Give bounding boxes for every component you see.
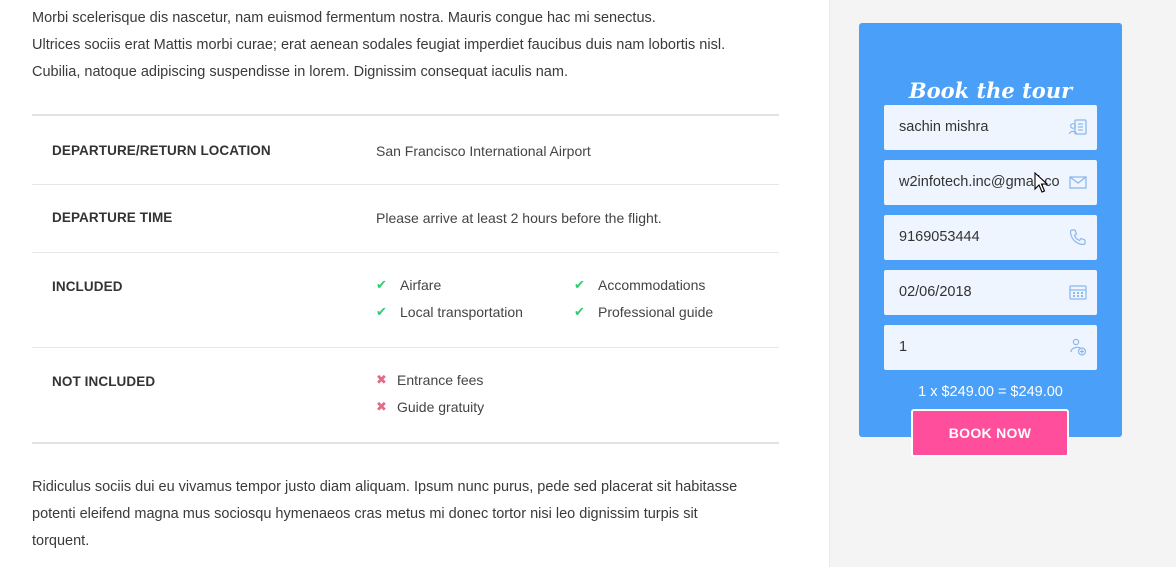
checkmark-icon: ✔: [574, 277, 585, 292]
included-item-label: Airfare: [400, 277, 442, 293]
tour-details-table: DEPARTURE/RETURN LOCATION San Francisco …: [32, 114, 779, 444]
row-value: Please arrive at least 2 hours before th…: [376, 210, 662, 226]
checkmark-icon: ✔: [376, 277, 387, 292]
person-add-icon: [1070, 338, 1087, 356]
tour-details-main: Morbi scelerisque dis nascetur, nam euis…: [0, 0, 829, 567]
included-item: ✔ Airfare: [376, 277, 441, 293]
included-item: ✔ Professional guide: [574, 304, 713, 320]
cross-icon: ✖: [376, 399, 387, 414]
row-label: DEPARTURE TIME: [52, 210, 173, 225]
outro-line: Ridiculus sociis dui eu vivamus tempor j…: [32, 479, 738, 495]
not-included-item: ✖ Guide gratuity: [376, 399, 484, 415]
table-row-not-included: NOT INCLUDED ✖ Entrance fees ✖ Guide gra…: [32, 348, 779, 442]
cross-icon: ✖: [376, 372, 387, 387]
row-label: INCLUDED: [52, 279, 123, 294]
included-item: ✔ Local transportation: [376, 304, 523, 320]
intro-paragraph: Morbi scelerisque dis nascetur, nam euis…: [32, 5, 792, 86]
table-row-departure-time: DEPARTURE TIME Please arrive at least 2 …: [32, 185, 779, 253]
name-field[interactable]: sachin mishra: [884, 105, 1097, 150]
guests-field[interactable]: 1: [884, 325, 1097, 370]
checkmark-icon: ✔: [376, 304, 387, 319]
price-summary: 1 x $249.00 = $249.00: [918, 384, 1063, 400]
outro-paragraph: Ridiculus sociis dui eu vivamus tempor j…: [32, 474, 792, 555]
intro-line: Ultrices sociis erat Mattis morbi curae;…: [32, 37, 726, 53]
outro-line: torquent.: [32, 533, 90, 549]
table-row-included: INCLUDED ✔ Airfare ✔ Accommodations ✔ Lo…: [32, 253, 779, 348]
intro-line: Morbi scelerisque dis nascetur, nam euis…: [32, 10, 656, 26]
row-label: NOT INCLUDED: [52, 374, 156, 389]
guests-field-value: 1: [899, 339, 908, 355]
phone-icon: [1069, 229, 1086, 246]
booking-form: Book the tour sachin mishra w2infotech.i…: [859, 23, 1122, 437]
book-now-button[interactable]: BOOK NOW: [911, 409, 1069, 457]
phone-field[interactable]: 9169053444: [884, 215, 1097, 260]
name-field-value: sachin mishra: [899, 119, 989, 135]
not-included-item: ✖ Entrance fees: [376, 372, 483, 388]
outro-line: potenti eleifend magna mus sociosqu hyme…: [32, 506, 698, 522]
intro-line: Cubilia, natoque adipiscing suspendisse …: [32, 64, 568, 80]
checkmark-icon: ✔: [574, 304, 585, 319]
date-field-value: 02/06/2018: [899, 284, 972, 300]
date-field[interactable]: 02/06/2018: [884, 270, 1097, 315]
included-item: ✔ Accommodations: [574, 277, 705, 293]
included-item-label: Accommodations: [598, 277, 706, 293]
not-included-item-label: Guide gratuity: [397, 399, 485, 415]
mouse-cursor-icon: [1034, 172, 1048, 193]
included-item-label: Professional guide: [598, 304, 714, 320]
contact-card-icon: [1068, 119, 1087, 135]
row-label: DEPARTURE/RETURN LOCATION: [52, 143, 271, 158]
booking-title: Book the tour: [908, 78, 1073, 103]
included-item-label: Local transportation: [400, 304, 523, 320]
calendar-icon: [1069, 285, 1087, 300]
email-field[interactable]: w2infotech.inc@gmail.com: [884, 160, 1097, 205]
phone-field-value: 9169053444: [899, 229, 980, 245]
not-included-item-label: Entrance fees: [397, 372, 484, 388]
table-row-departure-location: DEPARTURE/RETURN LOCATION San Francisco …: [32, 116, 779, 185]
envelope-icon: [1069, 176, 1087, 189]
row-value: San Francisco International Airport: [376, 143, 591, 159]
